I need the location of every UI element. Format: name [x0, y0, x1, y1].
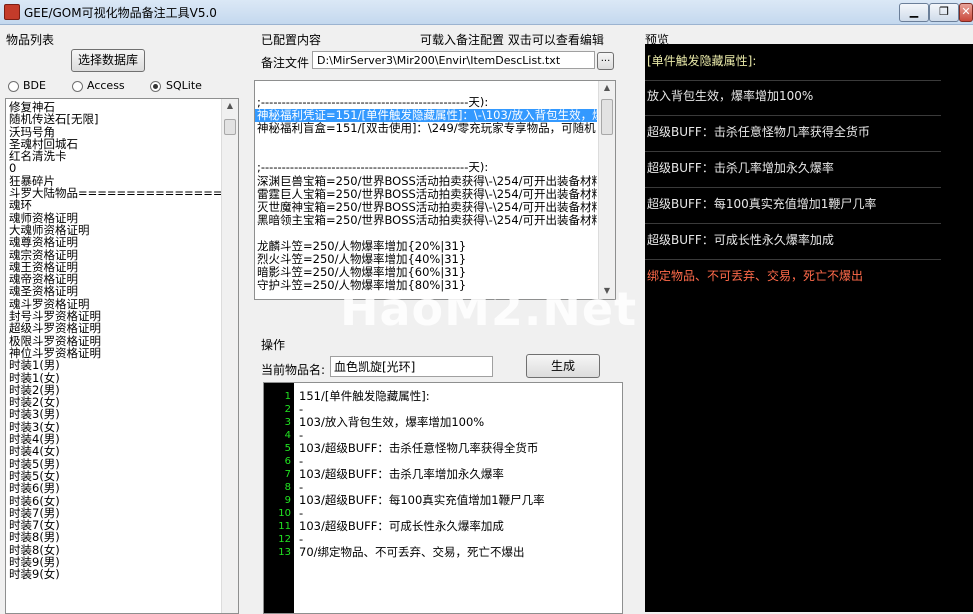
list-item[interactable]: 魂尊资格证明: [6, 236, 222, 249]
config-line[interactable]: 黑暗领主宝箱=250/世界BOSS活动拍卖获得\-\254/可开出装备材料: [255, 213, 597, 227]
preview-panel: [单件触发隐藏属性]: 放入背包生效，爆率增加100% 超级BUFF：击杀任意怪物几…: [645, 44, 973, 612]
line-number: 11: [278, 521, 291, 532]
preview-line: 放入背包生效，爆率增加100%: [647, 89, 814, 103]
hint-label: 可载入备注配置 双击可以查看编辑: [420, 33, 604, 47]
browse-button[interactable]: ...: [597, 52, 614, 70]
preview-separator: [645, 187, 941, 188]
file-path-field[interactable]: D:\MirServer3\Mir200\Envir\ItemDescList.…: [312, 51, 595, 69]
list-item[interactable]: 时装8(男): [6, 531, 222, 544]
line-number: 9: [284, 495, 291, 506]
preview-line: 超级BUFF：每100真实充值增加1鞭尸几率: [647, 197, 877, 211]
code-line[interactable]: 103/超级BUFF：击杀任意怪物几率获得全货币: [294, 442, 622, 455]
config-line[interactable]: 灭世魔神宝箱=250/世界BOSS活动拍卖获得\-\254/可开出装备材料: [255, 200, 597, 214]
list-item[interactable]: 魂宗资格证明: [6, 248, 222, 261]
list-item[interactable]: 魂圣资格证明: [6, 285, 222, 298]
config-line[interactable]: 深渊巨兽宝箱=250/世界BOSS活动拍卖获得\-\254/可开出装备材料: [255, 174, 597, 188]
scroll-up-icon[interactable]: ▲: [222, 101, 238, 110]
line-number: 1: [284, 391, 291, 402]
preview-separator: [645, 151, 941, 152]
config-list[interactable]: ;---------------------------------------…: [254, 80, 616, 300]
close-button[interactable]: ✕: [959, 3, 973, 22]
configured-label: 已配置内容: [261, 33, 322, 47]
list-item[interactable]: 魂环: [6, 199, 222, 212]
current-item-label: 当前物品名:: [261, 363, 326, 377]
list-item[interactable]: 时装3(男): [6, 408, 222, 421]
config-line[interactable]: [255, 135, 597, 148]
item-list-scrollbar[interactable]: ▲: [221, 99, 238, 613]
config-line[interactable]: ;---------------------------------------…: [255, 161, 597, 174]
preview-line: 超级BUFF：击杀几率增加永久爆率: [647, 161, 834, 175]
list-item[interactable]: 时装9(女): [6, 568, 222, 581]
radio-access[interactable]: [72, 81, 83, 92]
preview-separator: [645, 259, 941, 260]
minimize-button[interactable]: ▁: [899, 3, 929, 22]
config-scroll-thumb[interactable]: [601, 99, 613, 135]
item-list-scroll-thumb[interactable]: [224, 119, 236, 135]
radio-sqlite[interactable]: [150, 81, 161, 92]
preview-line: 超级BUFF：击杀任意怪物几率获得全货币: [647, 125, 870, 139]
config-scroll-up-icon[interactable]: ▲: [599, 83, 615, 92]
code-line[interactable]: 70/绑定物品、不可丢弃、交易，死亡不爆出: [294, 546, 622, 559]
line-number-gutter: 1 2 3 4 5 6 7 8 9 10 11 12 13: [264, 383, 294, 613]
list-item[interactable]: 时装1(男): [6, 359, 222, 372]
app-icon: [4, 4, 20, 20]
config-line[interactable]: 神秘福利盲盒=151/[双击使用]：\249/零充玩家专享物品，可随机: [255, 122, 597, 135]
line-number: 8: [284, 482, 291, 493]
list-item[interactable]: 0: [6, 162, 222, 175]
preview-separator: [645, 115, 941, 116]
config-line[interactable]: 雷霆巨人宝箱=250/世界BOSS活动拍卖获得\-\254/可开出装备材料: [255, 187, 597, 201]
watermark: HaoM2.Net: [340, 282, 638, 336]
code-editor[interactable]: 1 2 3 4 5 6 7 8 9 10 11 12 13 151/[单件触发隐藏属性]: -103/放入…: [263, 382, 623, 614]
operate-label: 操作: [261, 338, 286, 352]
code-line[interactable]: 103/超级BUFF：每100真实充值增加1鞭尸几率: [294, 494, 622, 507]
line-number: 4: [284, 430, 291, 441]
config-list-scrollbar[interactable]: ▲ ▼: [598, 81, 615, 299]
preview-separator: [645, 223, 941, 224]
radio-bde-label: BDE: [23, 79, 46, 92]
code-line[interactable]: 103/超级BUFF：击杀几率增加永久爆率: [294, 468, 622, 481]
line-number: 10: [278, 508, 291, 519]
preview-line: 超级BUFF：可成长性永久爆率加成: [647, 233, 834, 247]
list-item[interactable]: 时装4(女): [6, 445, 222, 458]
select-database-button[interactable]: 选择数据库: [71, 49, 145, 72]
list-item[interactable]: 时装6(女): [6, 494, 222, 507]
file-label: 备注文件: [261, 56, 310, 70]
line-number: 12: [278, 534, 291, 545]
title-bar[interactable]: GEE/GOM可视化物品备注工具V5.0 ▁ ❐ ✕: [0, 0, 973, 25]
current-item-input[interactable]: 血色凯旋[光环]: [330, 356, 493, 377]
radio-sqlite-label: SQLite: [166, 79, 202, 92]
list-item[interactable]: 红名清洗卡: [6, 150, 222, 163]
code-line[interactable]: 151/[单件触发隐藏属性]:: [294, 390, 622, 403]
radio-access-label: Access: [87, 79, 125, 92]
line-number: 3: [284, 417, 291, 428]
generate-button[interactable]: 生成: [526, 354, 600, 378]
list-item[interactable]: 时装6(男): [6, 482, 222, 495]
window-title: GEE/GOM可视化物品备注工具V5.0: [24, 6, 217, 20]
line-number: 6: [284, 456, 291, 467]
preview-line: 绑定物品、不可丢弃、交易，死亡不爆出: [647, 269, 864, 283]
line-number: 5: [284, 443, 291, 454]
line-number: 2: [284, 404, 291, 415]
list-item[interactable]: 随机传送石[无限]: [6, 113, 222, 126]
line-number: 7: [284, 469, 291, 480]
item-list-label: 物品列表: [6, 33, 55, 47]
radio-bde[interactable]: [8, 81, 19, 92]
maximize-button[interactable]: ❐: [929, 3, 959, 22]
code-line[interactable]: 103/放入背包生效，爆率增加100%: [294, 416, 622, 429]
code-line[interactable]: 103/超级BUFF：可成长性永久爆率加成: [294, 520, 622, 533]
preview-separator: [645, 80, 941, 81]
list-item[interactable]: 斗罗大陆物品================: [6, 187, 232, 200]
item-list[interactable]: 修复神石 随机传送石[无限] 沃玛号角 圣魂村回城石 红名清洗卡 0 狂暴碎片 斗罗大陆物品=…: [5, 98, 239, 614]
list-item[interactable]: 时装1(女): [6, 371, 222, 384]
list-item[interactable]: 超级斗罗资格证明: [6, 322, 222, 335]
preview-line: [单件触发隐藏属性]:: [647, 54, 757, 68]
line-number: 13: [278, 547, 291, 558]
